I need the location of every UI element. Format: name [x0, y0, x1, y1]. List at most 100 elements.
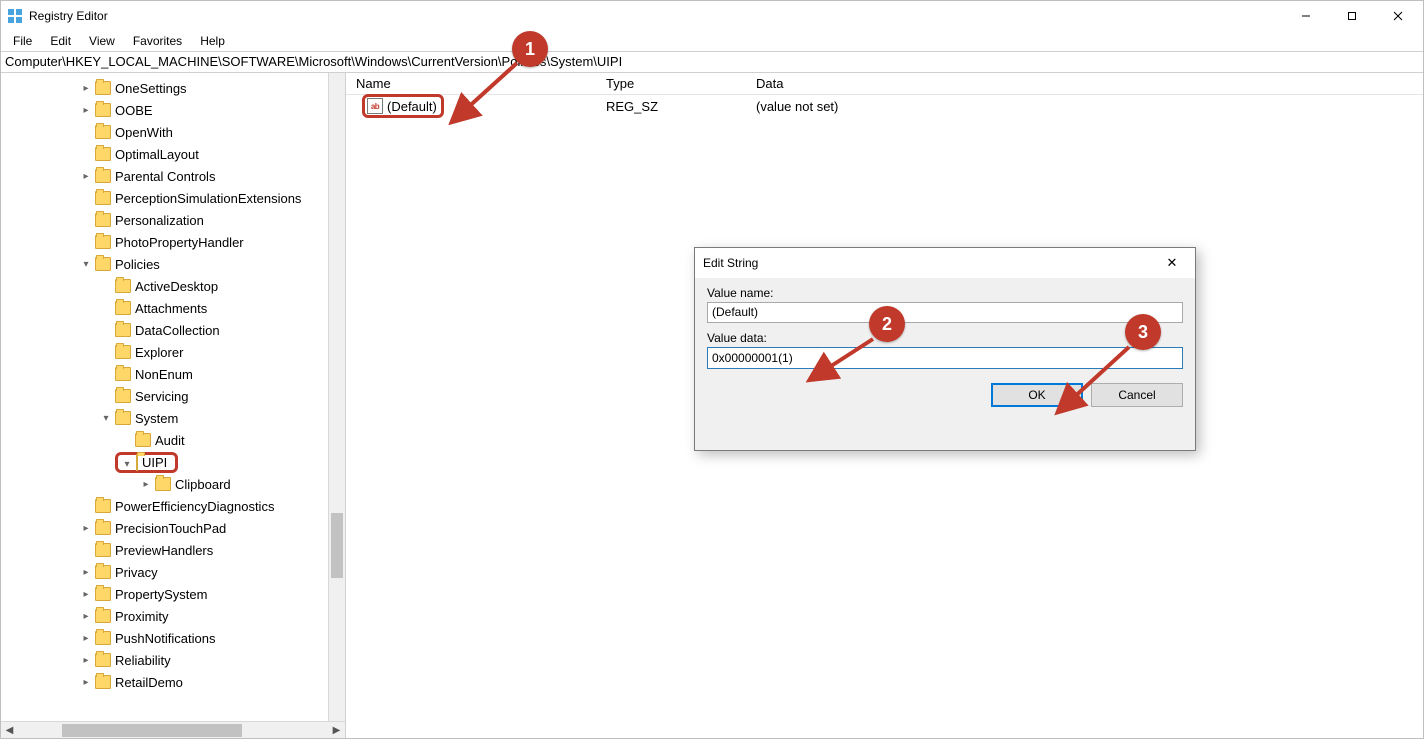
chevron-right-icon[interactable]: ▸ — [79, 611, 93, 622]
tree-item-label: Clipboard — [175, 477, 237, 492]
folder-icon — [115, 301, 131, 315]
chevron-right-icon[interactable]: ▸ — [79, 523, 93, 534]
tree-item-label: PushNotifications — [115, 631, 221, 646]
chevron-right-icon[interactable]: ▸ — [79, 589, 93, 600]
value-data-label: Value data: — [707, 331, 1183, 345]
tree-item[interactable]: ▸ PrecisionTouchPad — [1, 517, 345, 539]
ok-button[interactable]: OK — [991, 383, 1083, 407]
folder-icon — [95, 587, 111, 601]
folder-icon — [95, 675, 111, 689]
value-name-highlight: ab (Default) — [362, 94, 444, 118]
tree-item[interactable]: PowerEfficiencyDiagnostics — [1, 495, 345, 517]
chevron-down-icon[interactable]: ▾ — [120, 459, 134, 470]
tree-item[interactable]: ▸PropertySystem — [1, 583, 345, 605]
folder-icon — [136, 454, 138, 471]
tree-item[interactable]: Attachments — [1, 297, 345, 319]
tree-item[interactable]: ▾ Policies — [1, 253, 345, 275]
tree-item[interactable]: DataCollection — [1, 319, 345, 341]
chevron-down-icon[interactable]: ▾ — [79, 259, 93, 270]
menu-edit[interactable]: Edit — [42, 33, 79, 49]
dialog-close-button[interactable]: ✕ — [1157, 248, 1187, 278]
close-button[interactable] — [1375, 1, 1421, 31]
tree-item[interactable]: ▸ Privacy — [1, 561, 345, 583]
tree-item[interactable]: PhotoPropertyHandler — [1, 231, 345, 253]
tree-item[interactable]: ▸ OOBE — [1, 99, 345, 121]
tree-item[interactable]: ActiveDesktop — [1, 275, 345, 297]
col-header-data[interactable]: Data — [756, 76, 1423, 91]
tree-item[interactable]: Audit — [1, 429, 345, 451]
tree-item[interactable]: ▸OneSettings — [1, 77, 345, 99]
menu-help[interactable]: Help — [192, 33, 233, 49]
chevron-right-icon[interactable]: ▸ — [79, 83, 93, 94]
chevron-right-icon[interactable]: ▸ — [79, 677, 93, 688]
tree-item[interactable]: OptimalLayout — [1, 143, 345, 165]
folder-icon — [95, 169, 111, 183]
col-header-name[interactable]: Name — [346, 76, 606, 91]
folder-icon — [95, 653, 111, 667]
chevron-right-icon[interactable]: ▸ — [139, 479, 153, 490]
tree-item[interactable]: Servicing — [1, 385, 345, 407]
value-row[interactable]: ab (Default) REG_SZ (value not set) — [346, 95, 1423, 117]
cancel-button[interactable]: Cancel — [1091, 383, 1183, 407]
folder-icon — [95, 521, 111, 535]
menu-view[interactable]: View — [81, 33, 123, 49]
scroll-left-icon[interactable]: ◀ — [1, 722, 18, 739]
tree-item[interactable]: ▸ PushNotifications — [1, 627, 345, 649]
tree-item[interactable]: ▾System — [1, 407, 345, 429]
tree-item[interactable]: PreviewHandlers — [1, 539, 345, 561]
registry-editor-window: Registry Editor File Edit View Favorites… — [0, 0, 1424, 739]
tree-item[interactable]: OpenWith — [1, 121, 345, 143]
value-data-input[interactable] — [707, 347, 1183, 369]
col-header-type[interactable]: Type — [606, 76, 756, 91]
chevron-right-icon[interactable]: ▸ — [79, 655, 93, 666]
minimize-button[interactable] — [1283, 1, 1329, 31]
tree-item[interactable]: NonEnum — [1, 363, 345, 385]
scroll-right-icon[interactable]: ▶ — [328, 722, 345, 739]
horizontal-scrollbar[interactable]: ◀ ▶ — [1, 721, 345, 738]
tree-item[interactable]: ▸ Clipboard — [1, 473, 345, 495]
tree-item[interactable]: ▸ RetailDemo — [1, 671, 345, 693]
chevron-right-icon[interactable]: ▸ — [79, 567, 93, 578]
callout-3: 3 — [1125, 314, 1161, 350]
tree-item-label: Policies — [115, 257, 166, 272]
selected-key-highlight: ▾UIPI — [115, 452, 178, 473]
menu-favorites[interactable]: Favorites — [125, 33, 190, 49]
tree-item-label: Explorer — [135, 345, 189, 360]
chevron-right-icon[interactable]: ▸ — [79, 171, 93, 182]
tree-item[interactable]: ▸ Reliability — [1, 649, 345, 671]
menu-file[interactable]: File — [5, 33, 40, 49]
tree-item-label: PerceptionSimulationExtensions — [115, 191, 307, 206]
tree-item[interactable]: Explorer — [1, 341, 345, 363]
tree-item-label: Reliability — [115, 653, 177, 668]
tree-item[interactable]: ▸Proximity — [1, 605, 345, 627]
tree-item-label: PreviewHandlers — [115, 543, 219, 558]
menubar: File Edit View Favorites Help — [1, 31, 1423, 51]
address-bar[interactable]: Computer\HKEY_LOCAL_MACHINE\SOFTWARE\Mic… — [1, 51, 1423, 73]
tree-item-label: RetailDemo — [115, 675, 189, 690]
folder-icon — [95, 631, 111, 645]
vertical-scrollbar[interactable] — [328, 73, 345, 721]
chevron-right-icon[interactable]: ▸ — [79, 633, 93, 644]
tree-item-label: Privacy — [115, 565, 164, 580]
maximize-button[interactable] — [1329, 1, 1375, 31]
tree-item[interactable]: ▸Parental Controls — [1, 165, 345, 187]
tree-item-label: Personalization — [115, 213, 210, 228]
edit-string-dialog: Edit String ✕ Value name: (Default) Valu… — [694, 247, 1196, 451]
tree-item[interactable]: Personalization — [1, 209, 345, 231]
tree-item[interactable]: ▾UIPI — [1, 451, 345, 473]
window-title: Registry Editor — [29, 9, 108, 23]
chevron-down-icon[interactable]: ▾ — [99, 413, 113, 424]
folder-icon — [95, 103, 111, 117]
tree-item-label: PhotoPropertyHandler — [115, 235, 250, 250]
chevron-right-icon[interactable]: ▸ — [79, 105, 93, 116]
folder-icon — [95, 565, 111, 579]
value-data: (value not set) — [756, 99, 1423, 114]
callout-1: 1 — [512, 31, 548, 67]
folder-icon — [95, 81, 111, 95]
tree-item-label: PowerEfficiencyDiagnostics — [115, 499, 280, 514]
folder-icon — [115, 323, 131, 337]
tree-item[interactable]: PerceptionSimulationExtensions — [1, 187, 345, 209]
folder-icon — [115, 279, 131, 293]
tree-item-label: PrecisionTouchPad — [115, 521, 232, 536]
tree-item-label: OOBE — [115, 103, 159, 118]
